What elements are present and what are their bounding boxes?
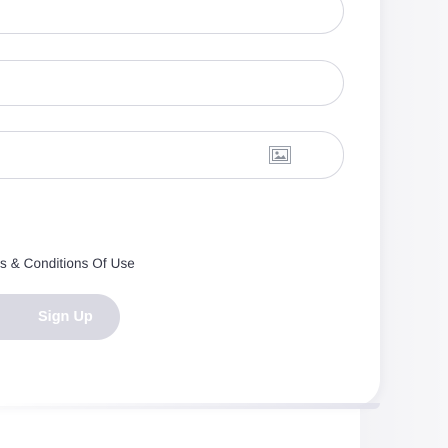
form-field-3[interactable]	[0, 131, 344, 179]
signup-button[interactable]: Sign Up	[0, 294, 120, 340]
image-placeholder-icon-graphic	[272, 149, 288, 161]
signup-screen: s & Conditions Of Use Sign Up	[0, 0, 448, 448]
terms-conditions-text[interactable]: s & Conditions Of Use	[0, 256, 135, 271]
form-field-1[interactable]	[0, 0, 344, 34]
image-placeholder-icon[interactable]	[269, 146, 291, 164]
form-field-2[interactable]	[0, 60, 344, 106]
card-shadow-edge	[0, 403, 380, 409]
